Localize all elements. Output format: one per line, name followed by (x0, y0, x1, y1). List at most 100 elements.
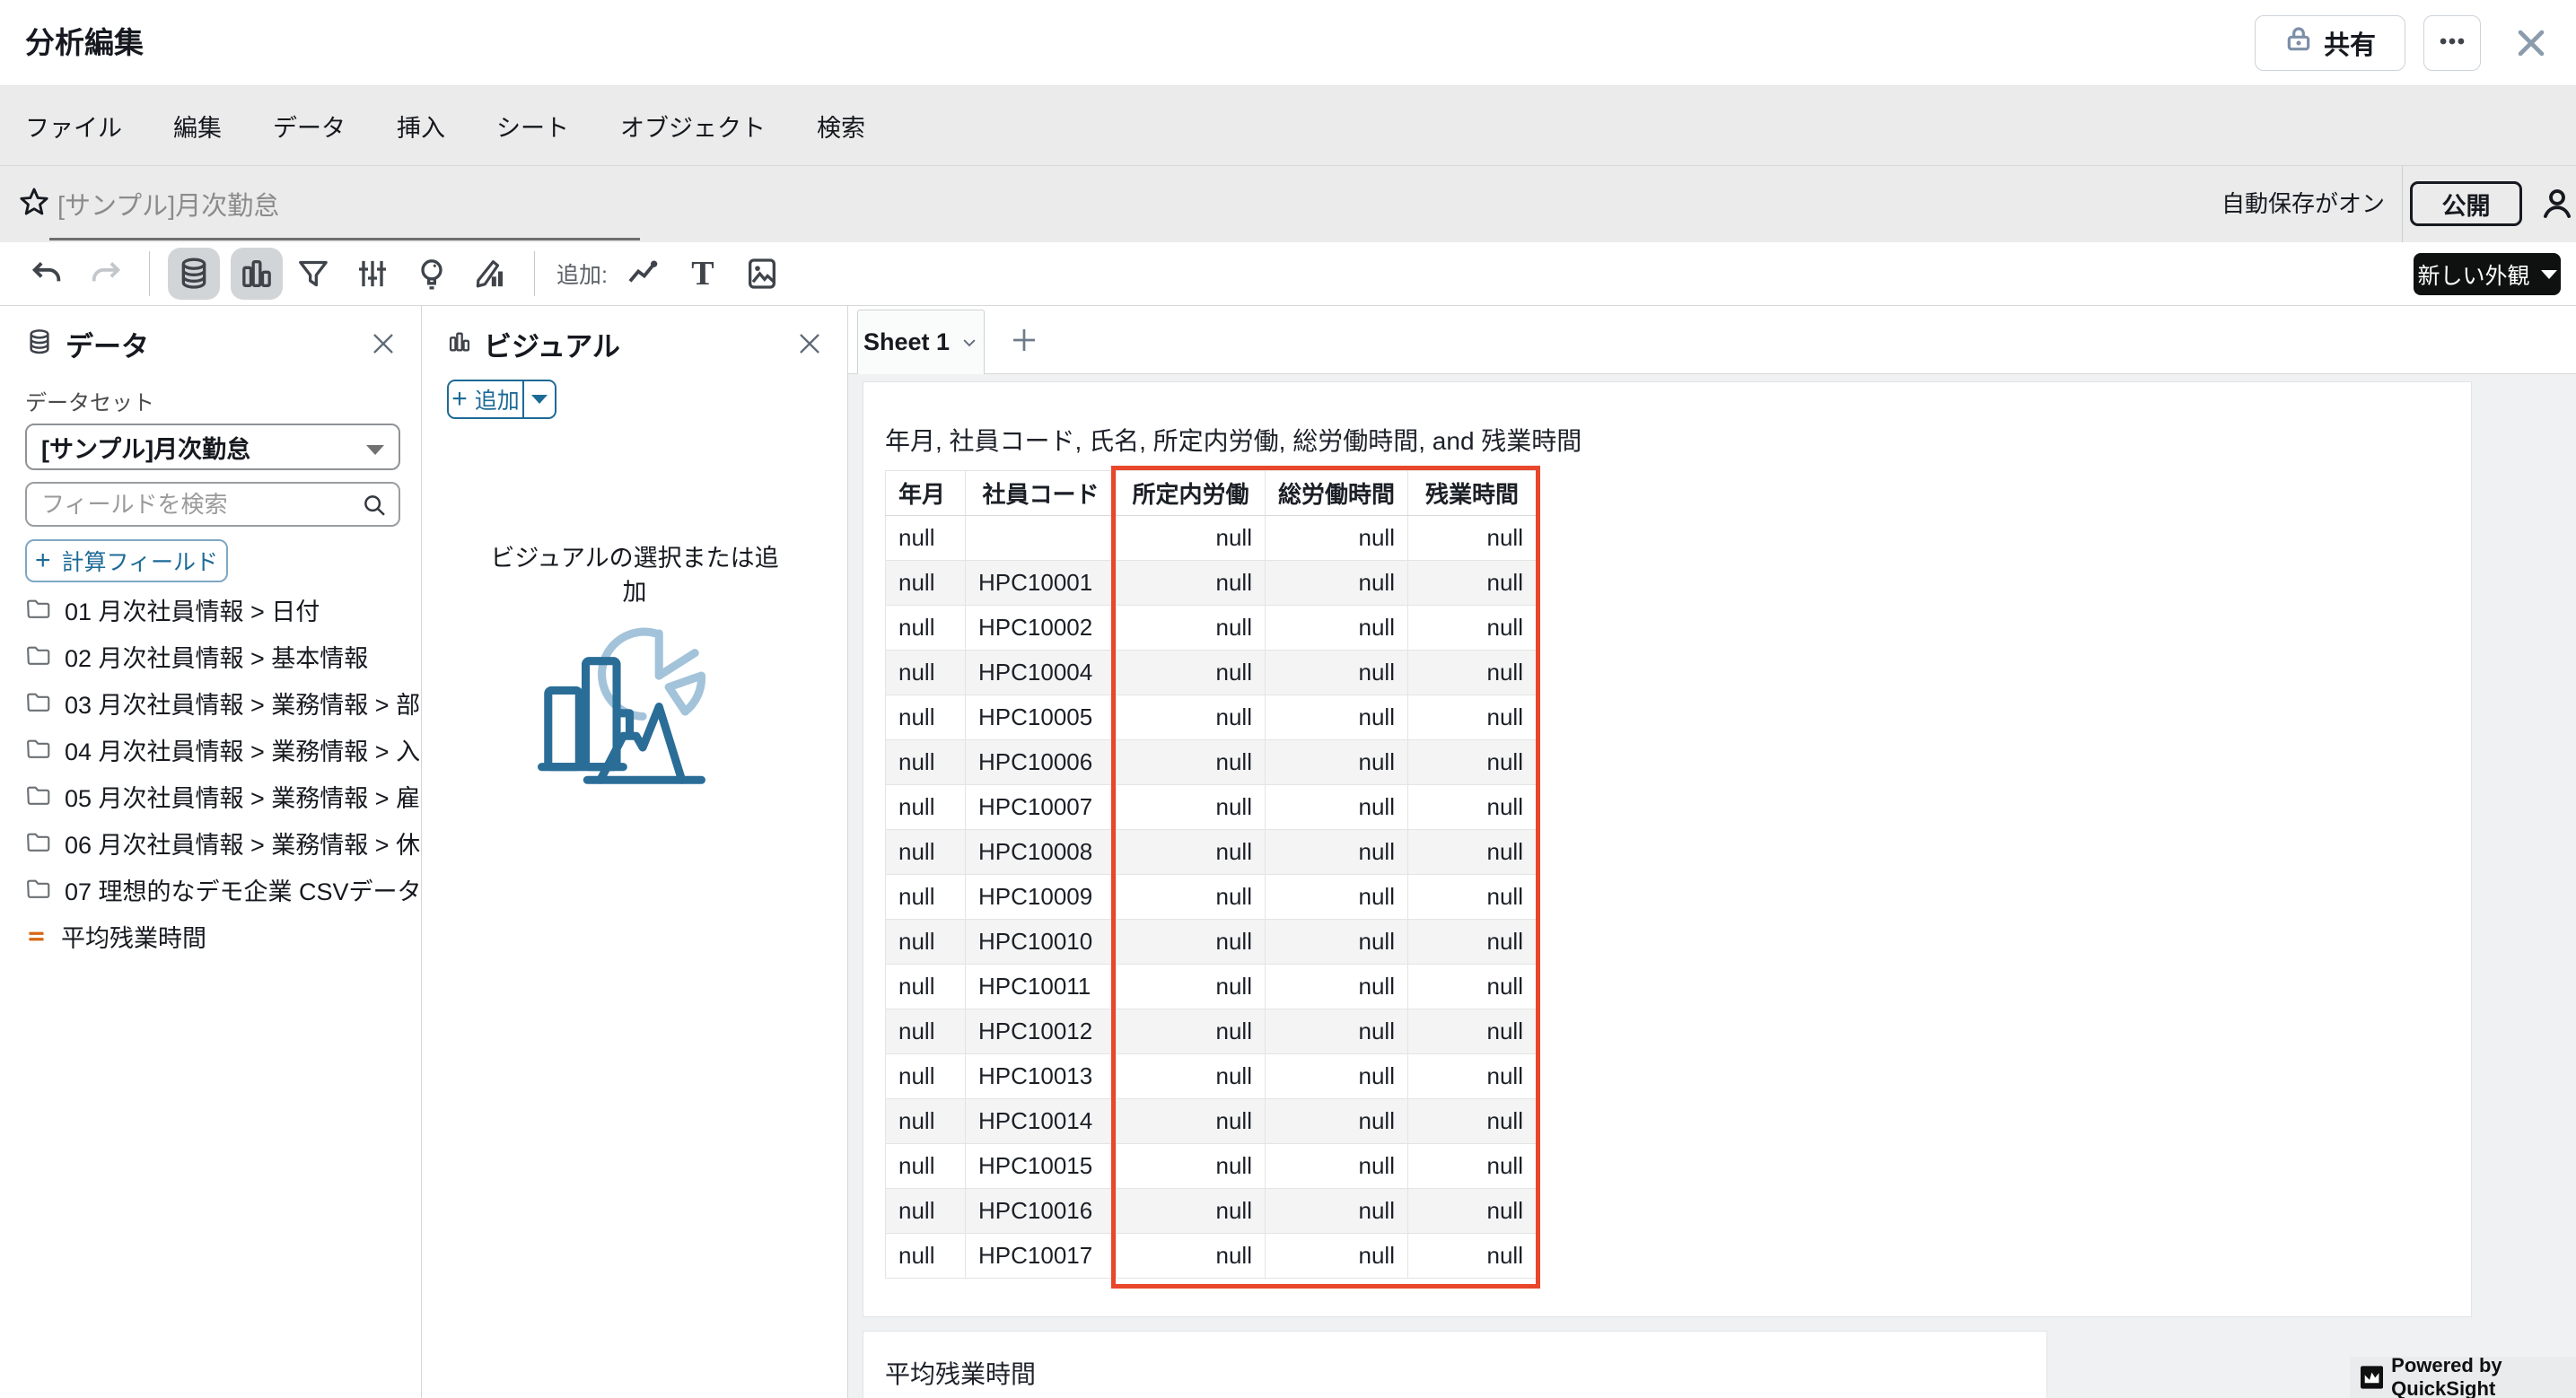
cell-overtime-hours: null (1408, 830, 1537, 875)
table-row: null HPC10009 null null null (886, 875, 1537, 920)
insights-bulb-icon[interactable] (412, 254, 451, 293)
table-row: null HPC10015 null null null (886, 1144, 1537, 1189)
menu-item[interactable]: 検索 (817, 109, 865, 144)
add-calculated-field-button[interactable]: + 計算フィールド (25, 539, 228, 582)
more-options-button[interactable] (2423, 15, 2481, 71)
cell-overtime-hours: null (1408, 740, 1537, 785)
undo-icon[interactable] (27, 254, 66, 293)
cell-overtime-hours: null (1408, 516, 1537, 561)
share-button[interactable]: 共有 (2255, 15, 2405, 71)
chevron-down-icon (531, 395, 548, 404)
top-header: 分析編集 共有 (0, 0, 2576, 86)
cell-yearmonth: null (886, 561, 966, 606)
cell-employee-code: HPC10013 (966, 1054, 1117, 1099)
cell-scheduled-hours: null (1117, 785, 1266, 830)
table-row: null HPC10004 null null null (886, 651, 1537, 695)
field-folder[interactable]: 03 月次社員情報 > 業務情報 > 部... (0, 679, 421, 726)
column-header[interactable]: 残業時間 (1408, 471, 1537, 516)
field-folder[interactable]: 05 月次社員情報 > 業務情報 > 雇... (0, 773, 421, 819)
cell-yearmonth: null (886, 516, 966, 561)
add-sheet-button[interactable] (1008, 324, 1040, 356)
parameters-sliders-icon[interactable] (353, 254, 392, 293)
cell-total-hours: null (1266, 1189, 1408, 1234)
charts-illustration (422, 622, 847, 801)
field-folder[interactable]: 07 理想的なデモ企業 CSVデータ ... (0, 866, 421, 913)
close-icon[interactable] (795, 329, 824, 358)
publish-button[interactable]: 公開 (2410, 181, 2522, 226)
kpi-visual[interactable]: 平均残業時間 (863, 1331, 2047, 1398)
folder-icon (25, 644, 52, 668)
field-folder[interactable]: 06 月次社員情報 > 業務情報 > 休職 (0, 819, 421, 866)
cell-yearmonth: null (886, 965, 966, 1009)
menu-item[interactable]: データ (273, 109, 346, 144)
field-folder[interactable]: 04 月次社員情報 > 業務情報 > 入... (0, 726, 421, 773)
cell-overtime-hours: null (1408, 651, 1537, 695)
star-icon[interactable] (16, 185, 52, 221)
column-header[interactable]: 社員コード (966, 471, 1117, 516)
menu-bar: ファイル 編集 データ 挿入 シート オブジェクト 検索 (0, 86, 2576, 166)
field-folder[interactable]: 02 月次社員情報 > 基本情報 (0, 633, 421, 679)
data-panel-toggle-database-icon[interactable] (168, 248, 220, 300)
cell-employee-code: HPC10004 (966, 651, 1117, 695)
column-header[interactable]: 所定内労働 (1117, 471, 1266, 516)
filter-icon[interactable] (294, 254, 333, 293)
close-icon[interactable] (369, 329, 398, 358)
search-icon (361, 492, 388, 519)
cell-scheduled-hours: null (1117, 1099, 1266, 1144)
edit-visual-pencil-chart-icon[interactable] (471, 254, 511, 293)
close-icon[interactable] (2511, 23, 2551, 63)
menu-item[interactable]: 編集 (173, 109, 222, 144)
table-row: null HPC10001 null null null (886, 561, 1537, 606)
search-input[interactable] (27, 484, 399, 525)
cell-overtime-hours: null (1408, 965, 1537, 1009)
cell-employee-code: HPC10002 (966, 606, 1117, 651)
add-visual-dropdown[interactable] (524, 381, 555, 417)
menu-item[interactable]: シート (496, 109, 569, 144)
add-visual-button[interactable]: + 追加 (447, 380, 556, 419)
field-folder[interactable]: 01 月次社員情報 > 日付 (0, 586, 421, 633)
cell-overtime-hours: null (1408, 1189, 1537, 1234)
cell-overtime-hours: null (1408, 1234, 1537, 1279)
divider (2402, 166, 2403, 242)
cell-yearmonth: null (886, 1189, 966, 1234)
cell-scheduled-hours: null (1117, 1009, 1266, 1054)
analysis-name-input[interactable] (57, 184, 614, 223)
cell-yearmonth: null (886, 1099, 966, 1144)
table-visual[interactable]: 年月, 社員コード, 氏名, 所定内労働, 総労働時間, and 残業時間 年月… (863, 381, 2472, 1317)
cell-total-hours: null (1266, 695, 1408, 740)
trend-line-icon[interactable] (624, 254, 663, 293)
field-folder-list: 01 月次社員情報 > 日付 02 月次社員情報 > 基本情報 03 月次社員情… (0, 586, 421, 913)
cell-overtime-hours: null (1408, 1009, 1537, 1054)
cell-yearmonth: null (886, 785, 966, 830)
menu-item[interactable]: オブジェクト (620, 109, 766, 144)
image-tool-icon[interactable] (742, 254, 782, 293)
text-tool-icon[interactable]: T (683, 254, 723, 293)
cell-scheduled-hours: null (1117, 651, 1266, 695)
visuals-panel: ビジュアル + 追加 ビジュアルの選択または追加 (422, 306, 848, 1398)
visuals-panel-title: ビジュアル (484, 324, 620, 364)
toolbar: 追加: T 新しい外観 (0, 242, 2576, 306)
calculated-field-item[interactable]: 平均残業時間 (0, 913, 421, 959)
menu-item[interactable]: ファイル (25, 109, 122, 144)
cell-total-hours: null (1266, 875, 1408, 920)
sheet-canvas: 年月, 社員コード, 氏名, 所定内労働, 総労働時間, and 残業時間 年月… (848, 374, 2576, 1398)
menu-item[interactable]: 挿入 (397, 109, 445, 144)
visuals-panel-toggle-bar-chart-icon[interactable] (231, 248, 283, 300)
column-header[interactable]: 総労働時間 (1266, 471, 1408, 516)
cell-scheduled-hours: null (1117, 516, 1266, 561)
cell-employee-code: HPC10007 (966, 785, 1117, 830)
cell-yearmonth: null (886, 1144, 966, 1189)
dataset-dropdown[interactable]: [サンプル]月次勤怠 (25, 424, 400, 470)
tab-sheet1[interactable]: Sheet 1 (857, 310, 985, 374)
cell-total-hours: null (1266, 561, 1408, 606)
cell-overtime-hours: null (1408, 875, 1537, 920)
person-icon[interactable] (2538, 185, 2576, 223)
table-row: null HPC10010 null null null (886, 920, 1537, 965)
table-row: null HPC10007 null null null (886, 785, 1537, 830)
chevron-down-icon (960, 334, 978, 352)
cell-total-hours: null (1266, 651, 1408, 695)
column-header[interactable]: 年月 (886, 471, 966, 516)
chevron-down-icon (2541, 270, 2557, 279)
new-look-button[interactable]: 新しい外観 (2414, 253, 2561, 295)
cell-total-hours: null (1266, 965, 1408, 1009)
